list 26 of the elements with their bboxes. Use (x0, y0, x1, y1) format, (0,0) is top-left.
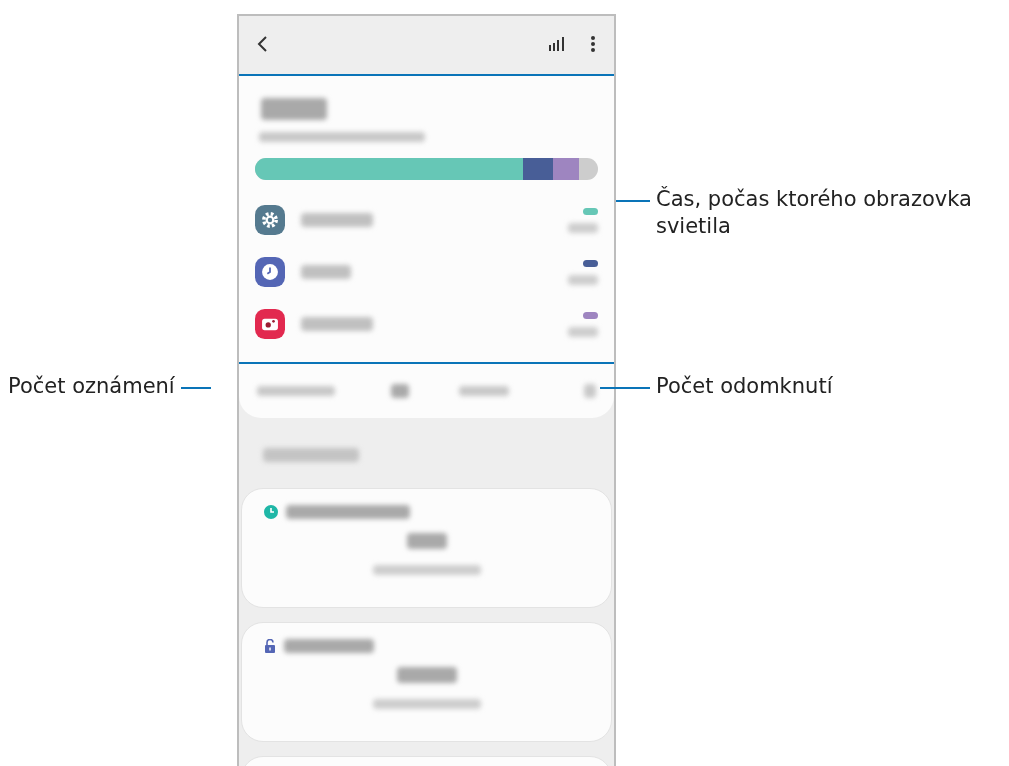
app-icon[interactable] (255, 205, 285, 235)
leader-line (180, 387, 211, 389)
callout-label: Počet odomknutí (656, 372, 833, 400)
padlock-icon (264, 639, 276, 653)
blurred-text (261, 98, 327, 120)
bar-chart-icon[interactable] (548, 36, 566, 52)
leader-line (616, 200, 650, 202)
blurred-text (459, 386, 509, 396)
blurred-text (301, 317, 373, 331)
blurred-text (568, 222, 598, 233)
callout-label: Počet oznámení (8, 373, 175, 400)
callout-label: Čas, počas ktorého obrazovka svietila (656, 186, 973, 241)
blurred-text (584, 384, 596, 398)
blurred-text (406, 533, 447, 549)
blurred-text (391, 384, 409, 398)
clock-icon (264, 505, 278, 519)
blurred-text (568, 274, 598, 285)
app-icon[interactable] (255, 309, 285, 339)
blurred-text (568, 326, 598, 337)
app-icon[interactable] (255, 257, 285, 287)
more-options-icon[interactable] (590, 35, 596, 53)
back-icon[interactable] (257, 35, 269, 53)
leader-line (600, 386, 650, 389)
blurred-text (301, 213, 373, 227)
blurred-text (301, 265, 351, 279)
blurred-text (396, 667, 457, 683)
